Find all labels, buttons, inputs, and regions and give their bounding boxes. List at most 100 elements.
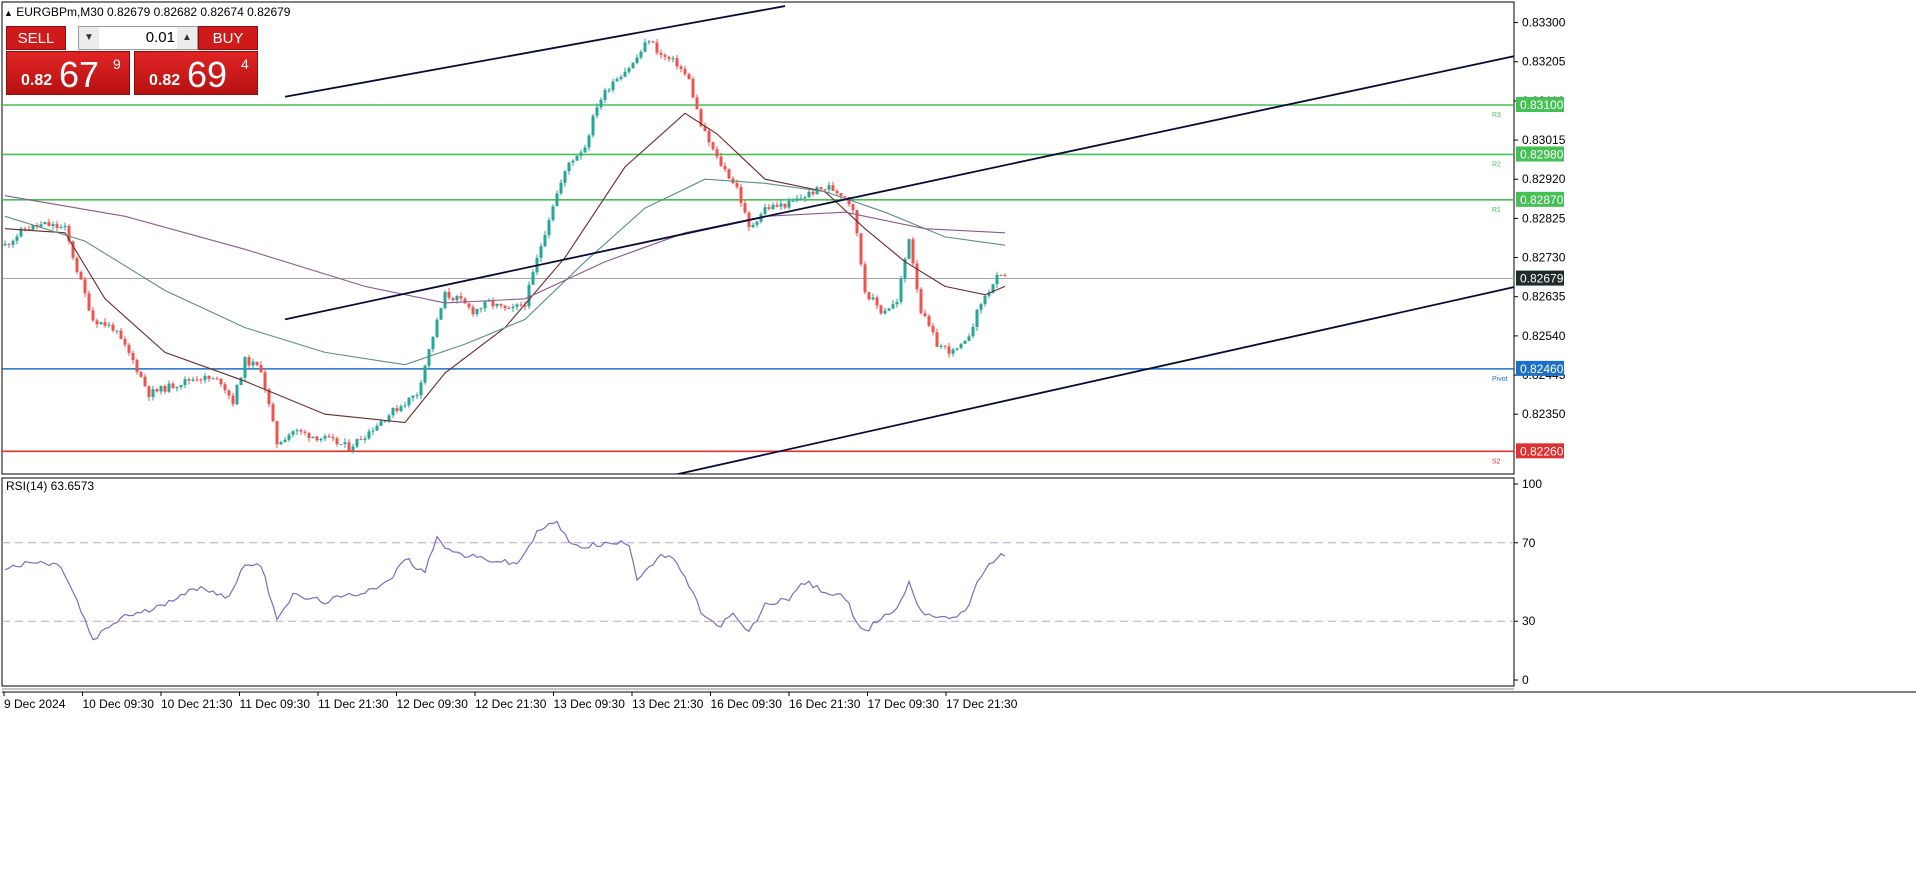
candle-body <box>119 330 123 339</box>
candle-body <box>427 349 431 366</box>
candle-body <box>191 379 195 381</box>
time-axis-label: 10 Dec 09:30 <box>83 697 155 711</box>
candle-body <box>839 193 843 197</box>
moving-average-fast <box>4 112 1006 424</box>
candle-body <box>975 309 979 327</box>
lot-increase-icon[interactable]: ▲ <box>177 27 197 49</box>
candle-body <box>423 365 427 383</box>
candle-body <box>635 57 639 63</box>
candle-body <box>187 379 191 381</box>
candle-body <box>347 442 351 451</box>
lot-decrease-icon[interactable]: ▼ <box>79 27 99 49</box>
candle-body <box>147 386 151 398</box>
buy-price-button[interactable]: 0.82 69 4 <box>134 51 258 95</box>
candle-body <box>883 310 887 314</box>
candle-body <box>355 439 359 447</box>
candle-body <box>243 357 247 378</box>
candle-body <box>107 324 111 326</box>
candle-body <box>819 187 823 190</box>
candle-body <box>255 361 259 366</box>
time-axis-label: 12 Dec 09:30 <box>397 697 469 711</box>
level-price-label: 0.82460 <box>1520 362 1564 376</box>
candle-body <box>103 322 107 326</box>
candle-body <box>715 149 719 157</box>
candle-body <box>771 204 775 209</box>
time-axis-label: 9 Dec 2024 <box>4 697 66 711</box>
candle-body <box>963 340 967 344</box>
candle-body <box>431 337 435 350</box>
candle-body <box>843 196 847 198</box>
candle-body <box>799 198 803 200</box>
candle-body <box>927 316 931 326</box>
candle-body <box>787 200 791 208</box>
candle-body <box>343 442 347 444</box>
sell-price-prefix: 0.82 <box>21 72 53 89</box>
candle-body <box>15 236 19 241</box>
candle-body <box>323 436 327 439</box>
candle-body <box>83 279 87 294</box>
candle-body <box>691 79 695 98</box>
candle-body <box>195 379 199 381</box>
candle-body <box>319 438 323 441</box>
lot-size-field[interactable]: ▼ 0.01 ▲ <box>78 26 198 50</box>
candle-body <box>163 385 167 392</box>
candle-body <box>959 343 963 349</box>
candle-body <box>543 234 547 247</box>
candle-body <box>307 432 311 439</box>
candle-body <box>375 425 379 431</box>
candle-body <box>623 71 627 77</box>
sell-price-button[interactable]: 0.82 67 9 <box>6 51 130 95</box>
lot-size-value[interactable]: 0.01 <box>101 27 175 49</box>
candle-body <box>579 152 583 156</box>
candle-body <box>299 430 303 432</box>
candle-body <box>351 446 355 451</box>
candle-body <box>311 436 315 439</box>
buy-price-big: 69 <box>187 54 228 95</box>
level-tag-label: S2 <box>1492 458 1501 465</box>
candle-body <box>923 313 927 317</box>
candle-body <box>763 207 767 215</box>
buy-button[interactable]: BUY <box>198 26 258 50</box>
price-axis-label: 0.82825 <box>1522 211 1566 225</box>
candle-body <box>451 297 455 301</box>
candle-body <box>727 169 731 179</box>
collapse-icon[interactable]: ▲ <box>4 8 13 18</box>
candle-body <box>639 51 643 58</box>
candle-body <box>3 244 7 246</box>
candle-body <box>943 345 947 347</box>
candle-body <box>851 204 855 211</box>
candle-body <box>379 421 383 426</box>
time-axis-label: 13 Dec 21:30 <box>632 697 704 711</box>
candle-body <box>563 171 567 183</box>
candle-body <box>559 182 563 194</box>
candle-body <box>219 378 223 385</box>
candle-body <box>887 308 891 311</box>
sell-price-big: 67 <box>59 54 100 95</box>
sell-button[interactable]: SELL <box>6 26 66 50</box>
chart-canvas[interactable]: 0.833000.832050.831100.830150.829200.828… <box>0 0 1916 874</box>
symbol-info: ▲ EURGBPm,M30 0.82679 0.82682 0.82674 0.… <box>4 5 290 19</box>
candle-body <box>663 54 667 57</box>
candle-body <box>935 332 939 347</box>
candle-body <box>823 189 827 191</box>
candle-body <box>339 443 343 445</box>
trend-line-3 <box>674 286 1514 474</box>
time-axis-label: 12 Dec 21:30 <box>475 697 547 711</box>
candle-body <box>683 68 687 75</box>
candle-body <box>395 408 399 412</box>
candle-body <box>207 376 211 379</box>
candle-body <box>659 52 663 55</box>
candle-body <box>695 97 699 110</box>
one-click-trading-panel: SELL ▼ 0.01 ▲ BUY 0.82 67 9 0.82 69 4 <box>6 24 259 96</box>
candle-body <box>411 395 415 398</box>
candle-body <box>183 379 187 386</box>
rsi-label: RSI(14) 63.6573 <box>6 479 94 493</box>
candle-body <box>227 390 231 396</box>
level-tag-label: R2 <box>1492 161 1501 168</box>
sell-price-sup: 9 <box>113 56 121 72</box>
buy-price-sup: 4 <box>241 56 249 72</box>
candle-body <box>631 62 635 69</box>
rsi-line <box>4 520 1006 641</box>
candle-body <box>619 76 623 80</box>
candle-body <box>371 430 375 432</box>
